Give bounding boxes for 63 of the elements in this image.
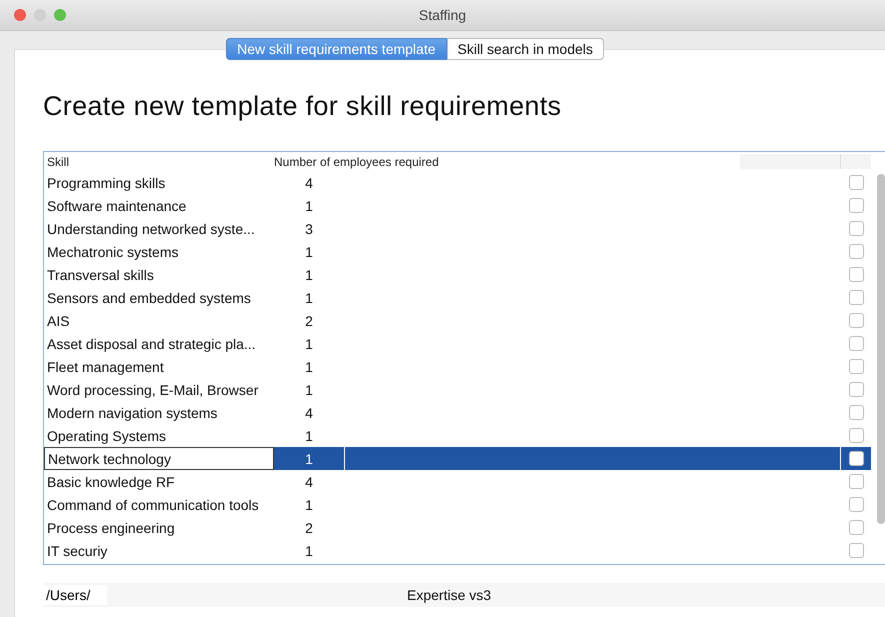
checkbox[interactable] bbox=[848, 543, 864, 558]
checkbox[interactable] bbox=[848, 474, 864, 489]
checkbox[interactable] bbox=[848, 175, 864, 190]
table-cell-text: 4 bbox=[304, 474, 314, 490]
table-cell-text: 4 bbox=[304, 174, 314, 190]
table-cell-text: 1 bbox=[304, 542, 314, 558]
table-cell-text: 1 bbox=[304, 358, 314, 374]
table-cell-text: 1 bbox=[304, 290, 314, 306]
table-cell-text: AIS bbox=[46, 312, 71, 328]
checkbox[interactable] bbox=[848, 520, 864, 535]
column-header[interactable]: Skill bbox=[44, 154, 274, 168]
window-title: Staffing bbox=[418, 7, 466, 23]
table-cell: 1 bbox=[274, 447, 345, 470]
checkbox[interactable] bbox=[848, 198, 864, 213]
table-cell-text: Understanding networked syste... bbox=[46, 220, 256, 236]
checkbox[interactable] bbox=[848, 336, 864, 351]
table-cell-text: 2 bbox=[304, 312, 314, 328]
table-cell-text: 3 bbox=[304, 220, 314, 236]
table-cell-text: Fleet management bbox=[46, 358, 165, 374]
table-cell-text: Command of communication tools bbox=[46, 496, 260, 512]
table-cell-text: 1 bbox=[304, 266, 314, 282]
table-cell-text: 1 bbox=[304, 496, 314, 512]
table-cell-text: Sensors and embedded systems bbox=[46, 290, 252, 306]
close-icon[interactable] bbox=[14, 9, 26, 21]
checkbox[interactable] bbox=[848, 290, 864, 305]
table-cell-text: IT securiy bbox=[46, 542, 108, 558]
table-cell-text: Basic knowledge RF bbox=[46, 474, 176, 490]
table-cell-text: Asset disposal and strategic pla... bbox=[46, 336, 257, 352]
file-name: Expertise vs3 bbox=[407, 587, 492, 603]
table-cell-text: 2 bbox=[304, 520, 314, 536]
checkbox[interactable] bbox=[848, 451, 864, 466]
column-header[interactable]: Number of employees required bbox=[274, 154, 439, 168]
checkbox[interactable] bbox=[848, 221, 864, 236]
table-cell-text: Operating Systems bbox=[46, 428, 168, 444]
checkbox[interactable] bbox=[848, 497, 864, 512]
table-cell-text: 1 bbox=[304, 198, 314, 214]
scrollbar[interactable] bbox=[877, 174, 885, 524]
checkbox[interactable] bbox=[848, 244, 864, 259]
table-cell-text: 1 bbox=[304, 428, 314, 444]
table-cell-text: Programming skills bbox=[46, 174, 166, 190]
table-cell-text: Transversal skills bbox=[46, 266, 155, 282]
table-cell-text: Mechatronic systems bbox=[46, 244, 180, 260]
table-cell-text: 4 bbox=[304, 404, 314, 420]
table-cell-text: 1 bbox=[304, 382, 314, 398]
table-cell: Network technology bbox=[44, 447, 274, 470]
checkbox[interactable] bbox=[848, 382, 864, 397]
table-cell-text: Modern navigation systems bbox=[46, 404, 218, 420]
table-cell-text: 1 bbox=[304, 336, 314, 352]
table-cell-text: Software maintenance bbox=[46, 198, 188, 214]
path-field[interactable]: /Users/ bbox=[43, 585, 107, 605]
tab[interactable]: Skill search in models bbox=[446, 38, 604, 60]
checkbox[interactable] bbox=[848, 405, 864, 420]
page-heading: Create new template for skill requirements bbox=[43, 91, 562, 122]
checkbox[interactable] bbox=[848, 267, 864, 282]
table-cell-text: 1 bbox=[304, 244, 314, 260]
checkbox[interactable] bbox=[848, 313, 864, 328]
table-cell-text: Process engineering bbox=[46, 520, 176, 536]
checkbox[interactable] bbox=[848, 428, 864, 443]
zoom-icon[interactable] bbox=[54, 9, 66, 21]
column-header[interactable] bbox=[840, 154, 871, 169]
checkbox[interactable] bbox=[848, 359, 864, 374]
column-header[interactable] bbox=[740, 154, 840, 169]
table-cell-text: Word processing, E-Mail, Browser bbox=[46, 382, 260, 398]
